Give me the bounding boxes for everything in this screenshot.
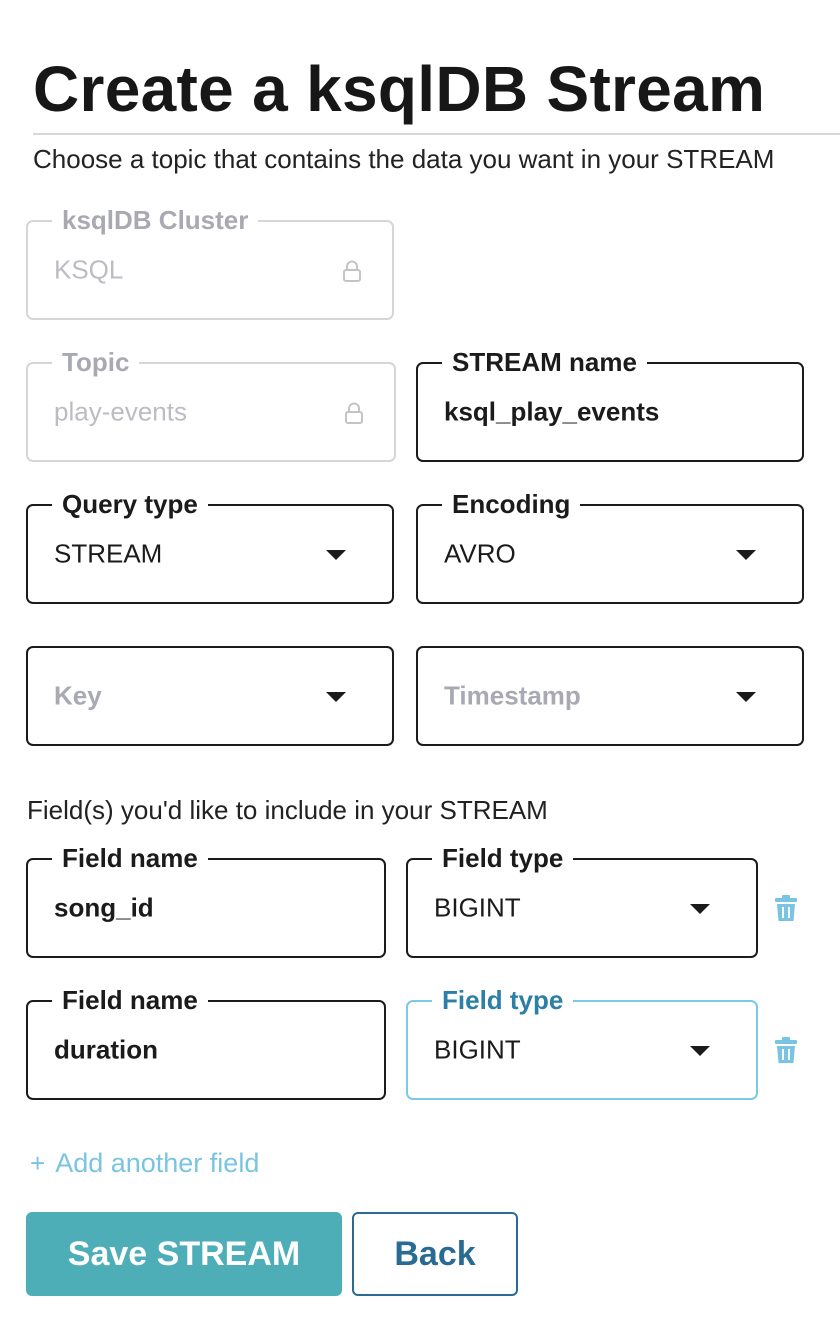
timestamp-placeholder: Timestamp: [444, 680, 581, 711]
query-type-label: Query type: [52, 487, 208, 521]
dropdown-caret-icon[interactable]: [326, 550, 346, 560]
field-name-value[interactable]: duration: [54, 1035, 158, 1066]
fields-section-label: Field(s) you'd like to include in your S…: [27, 795, 548, 825]
page-title: Create a ksqlDB Stream: [33, 53, 766, 125]
field-type-select[interactable]: Field type BIGINT: [406, 841, 758, 958]
field-name-label: Field name: [52, 841, 208, 875]
field-type-value: BIGINT: [434, 1034, 521, 1065]
encoding-value: AVRO: [444, 538, 516, 569]
field-name-value[interactable]: song_id: [54, 893, 154, 924]
add-field-label: Add another field: [55, 1148, 260, 1178]
query-type-select[interactable]: Query type STREAM: [26, 487, 394, 604]
encoding-label: Encoding: [442, 487, 581, 521]
encoding-select[interactable]: Encoding AVRO: [416, 487, 804, 604]
key-select[interactable]: Key: [26, 646, 394, 746]
dropdown-caret-icon[interactable]: [690, 904, 710, 914]
field-type-label: Field type: [432, 841, 574, 875]
back-button[interactable]: Back: [352, 1212, 518, 1296]
dropdown-caret-icon[interactable]: [736, 550, 756, 560]
topic-label: Topic: [52, 345, 140, 379]
stream-name-input[interactable]: ksql_play_events: [444, 397, 659, 428]
field-type-label: Field type: [432, 983, 574, 1017]
page-subtitle: Choose a topic that contains the data yo…: [33, 144, 775, 174]
dropdown-caret-icon[interactable]: [690, 1046, 710, 1056]
ksqldb-cluster-field: ksqlDB Cluster KSQL: [26, 203, 394, 320]
dropdown-caret-icon[interactable]: [736, 692, 756, 702]
dropdown-caret-icon[interactable]: [326, 692, 346, 702]
stream-name-label: STREAM name: [442, 345, 647, 379]
field-name-input[interactable]: Field name song_id: [26, 841, 386, 958]
trash-icon[interactable]: [774, 894, 798, 922]
field-name-input[interactable]: Field name duration: [26, 983, 386, 1100]
add-field-link[interactable]: + Add another field: [30, 1148, 259, 1179]
save-stream-button[interactable]: Save STREAM: [26, 1212, 342, 1296]
lock-icon: [345, 402, 363, 424]
timestamp-select[interactable]: Timestamp: [416, 646, 804, 746]
trash-icon[interactable]: [774, 1036, 798, 1064]
title-divider: [33, 133, 840, 135]
ksqldb-cluster-value: KSQL: [54, 254, 124, 285]
ksqldb-cluster-label: ksqlDB Cluster: [52, 203, 259, 237]
topic-value: play-events: [54, 396, 187, 427]
field-type-value: BIGINT: [434, 892, 521, 923]
stream-name-field[interactable]: STREAM name ksql_play_events: [416, 345, 804, 462]
field-type-select[interactable]: Field type BIGINT: [406, 983, 758, 1100]
query-type-value: STREAM: [54, 538, 163, 569]
plus-icon: +: [30, 1148, 46, 1178]
lock-icon: [343, 260, 361, 282]
field-name-label: Field name: [52, 983, 208, 1017]
key-placeholder: Key: [54, 680, 102, 711]
topic-field: Topic play-events: [26, 345, 396, 462]
